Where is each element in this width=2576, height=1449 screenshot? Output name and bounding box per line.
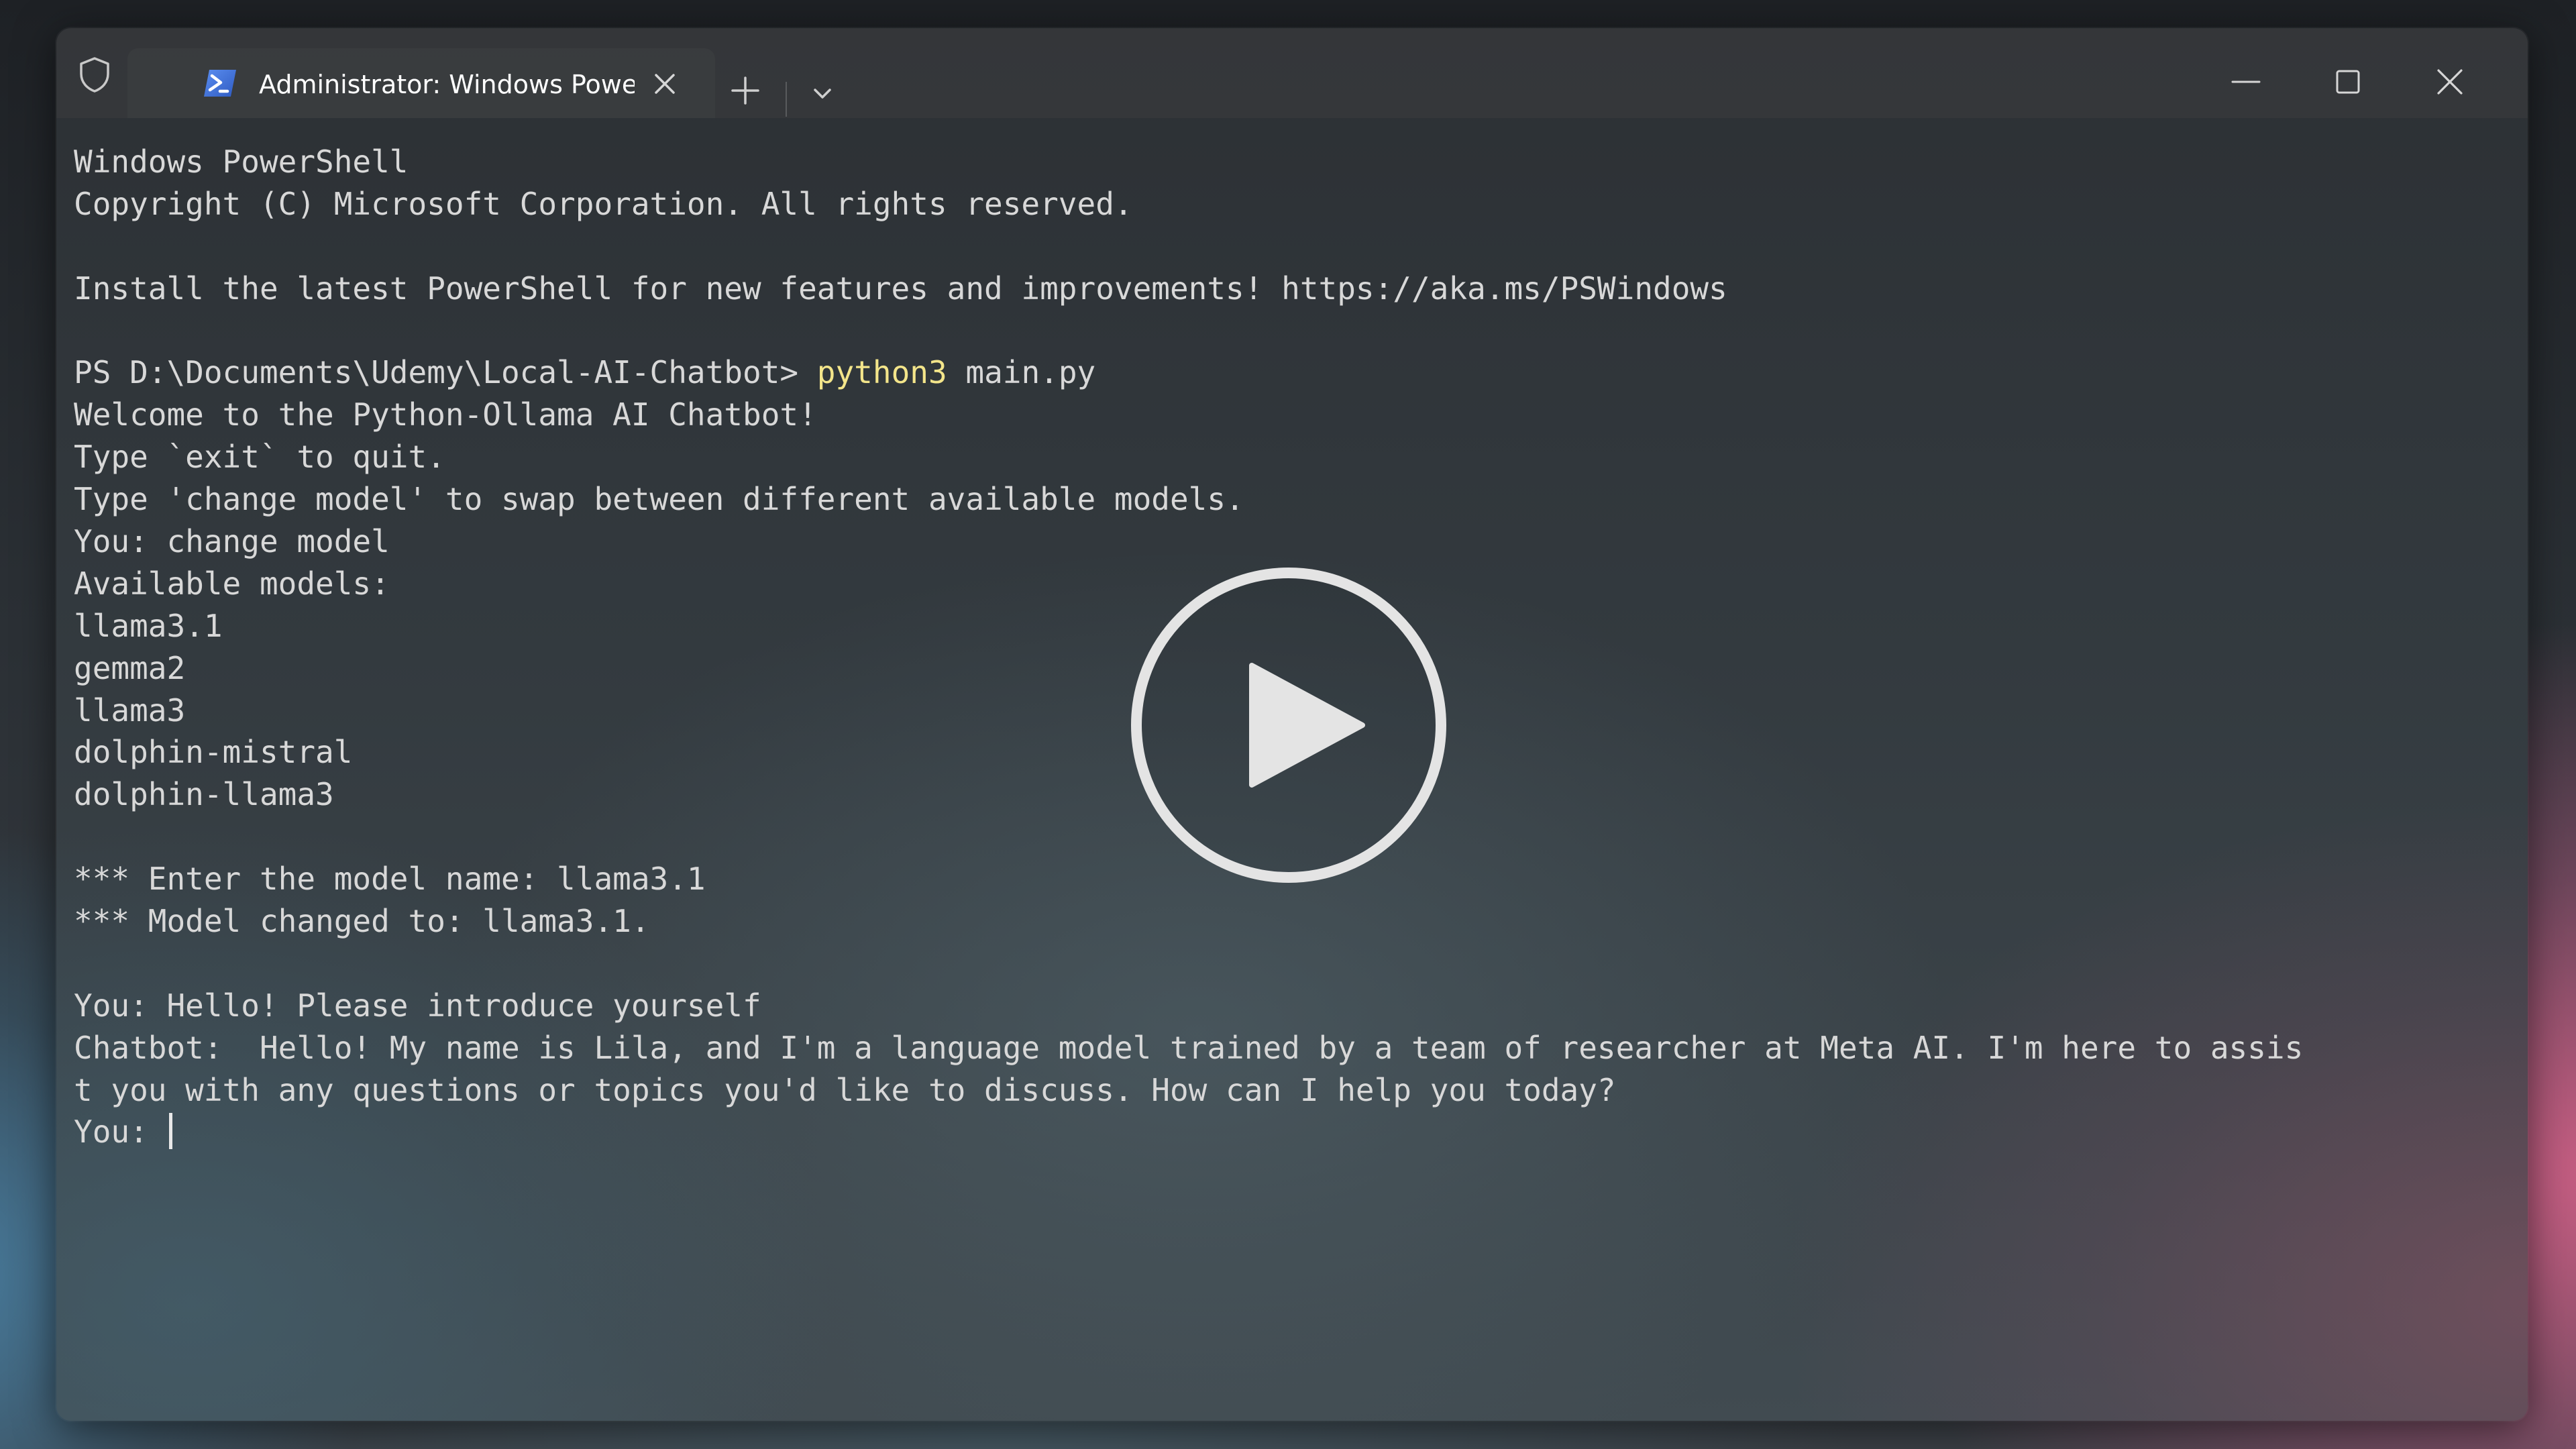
close-icon[interactable] — [2431, 63, 2469, 101]
chatbot-reply: Chatbot: Hello! My name is Lila, and I'm… — [74, 1029, 2304, 1066]
command-line: PS D:\Documents\Udemy\Local-AI-Chatbot> … — [74, 352, 2516, 394]
input-prompt: You: — [74, 1114, 167, 1150]
terminal-line: Install the latest PowerShell for new fe… — [74, 270, 1727, 307]
powershell-icon — [203, 68, 237, 98]
terminal-line: Type `exit` to quit. — [74, 439, 445, 476]
command-args: main.py — [965, 354, 1096, 391]
shield-icon — [75, 55, 114, 94]
terminal-line: You: Hello! Please introduce yourself — [74, 987, 761, 1024]
close-icon[interactable] — [651, 70, 679, 98]
title-bar: Administrator: Windows Powe — [56, 28, 2528, 118]
tab-title: Administrator: Windows Powe — [259, 70, 635, 99]
terminal-line: *** Model changed to: llama3.1. — [74, 903, 650, 940]
tab-divider — [786, 82, 787, 117]
input-line[interactable]: You: — [74, 1111, 2516, 1153]
plus-icon[interactable] — [727, 72, 763, 109]
terminal-line: Type 'change model' to swap between diff… — [74, 481, 1244, 518]
chatbot-reply: t you with any questions or topics you'd… — [74, 1071, 1616, 1108]
play-icon[interactable] — [1131, 568, 1446, 883]
maximize-icon[interactable] — [2329, 63, 2367, 101]
terminal-line: You: change model — [74, 523, 390, 560]
chevron-down-icon[interactable] — [808, 80, 837, 107]
terminal-line: Windows PowerShell — [74, 144, 409, 180]
command-name: python3 — [816, 354, 947, 391]
text-cursor — [169, 1113, 173, 1150]
terminal-line: Welcome to the Python-Ollama AI Chatbot! — [74, 396, 817, 433]
tab-powershell[interactable]: Administrator: Windows Powe — [127, 48, 715, 118]
minimize-icon[interactable] — [2227, 63, 2265, 101]
prompt-path: PS D:\Documents\Udemy\Local-AI-Chatbot> — [74, 354, 799, 391]
terminal-line: Copyright (C) Microsoft Corporation. All… — [74, 185, 1133, 222]
